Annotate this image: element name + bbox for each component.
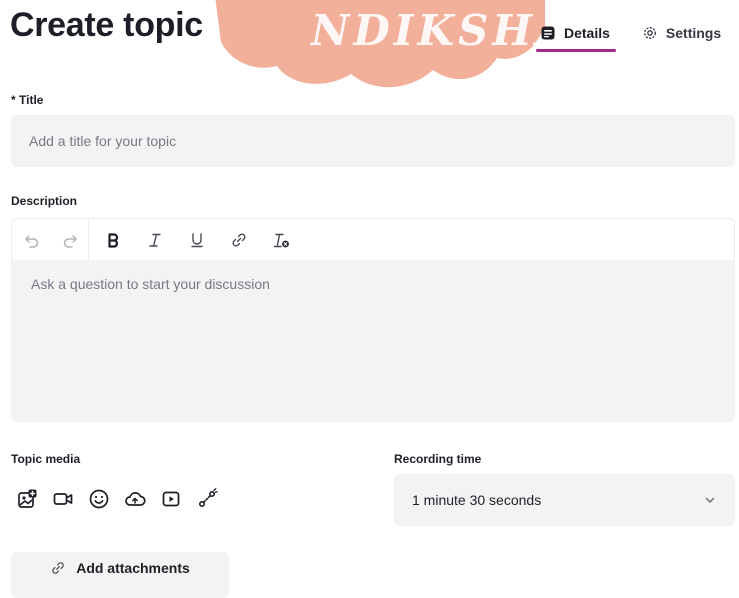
emoji-icon xyxy=(89,489,109,509)
tab-details[interactable]: Details xyxy=(536,22,616,52)
gear-icon xyxy=(643,27,656,39)
add-attachments-label: Add attachments xyxy=(76,560,190,576)
italic-icon xyxy=(149,233,161,247)
tab-settings-label: Settings xyxy=(665,25,722,41)
link-button[interactable] xyxy=(227,228,251,252)
title-label: * Title xyxy=(11,93,44,107)
clear-format-icon xyxy=(273,233,289,247)
link-media-button[interactable] xyxy=(194,486,220,512)
add-attachments-button[interactable]: Add attachments xyxy=(11,552,229,598)
image-upload-icon xyxy=(18,489,37,508)
bold-icon xyxy=(108,232,119,248)
clear-format-button[interactable] xyxy=(269,228,293,252)
image-upload-button[interactable] xyxy=(14,486,40,512)
video-icon xyxy=(53,493,73,505)
tab-details-label: Details xyxy=(564,25,610,41)
title-input[interactable] xyxy=(11,115,735,167)
redo-icon xyxy=(63,234,77,248)
link-media-icon xyxy=(198,488,218,508)
tab-settings[interactable]: Settings xyxy=(642,22,721,44)
page-title: Create topic xyxy=(10,6,203,44)
editor-toolbar xyxy=(11,218,735,261)
tab-bar: Details Settings xyxy=(536,22,721,52)
underline-icon xyxy=(191,232,203,247)
recording-time-label: Recording time xyxy=(394,452,482,466)
play-icon xyxy=(162,491,180,507)
description-editor[interactable] xyxy=(11,260,735,422)
link-icon xyxy=(232,232,246,247)
undo-button[interactable] xyxy=(20,228,44,252)
video-button[interactable] xyxy=(50,486,76,512)
chevron-down-icon xyxy=(705,497,715,503)
paperclip-link-icon xyxy=(52,562,64,574)
play-button[interactable] xyxy=(158,486,184,512)
topic-media-toolbar xyxy=(14,486,230,512)
recording-time-select[interactable]: 1 minute 30 seconds xyxy=(394,474,735,526)
emoji-button[interactable] xyxy=(86,486,112,512)
toolbar-divider xyxy=(88,218,89,261)
recording-time-value: 1 minute 30 seconds xyxy=(412,492,542,508)
details-icon xyxy=(541,26,555,40)
italic-button[interactable] xyxy=(143,228,167,252)
cloud-upload-icon xyxy=(125,492,146,506)
topic-media-label: Topic media xyxy=(11,452,81,466)
undo-icon xyxy=(25,234,39,248)
bold-button[interactable] xyxy=(101,228,125,252)
underline-button[interactable] xyxy=(185,228,209,252)
description-label: Description xyxy=(11,194,78,208)
watermark-text: NDIKSHA xyxy=(311,6,573,55)
redo-button[interactable] xyxy=(58,228,82,252)
watermark-shape xyxy=(215,0,545,87)
cloud-upload-button[interactable] xyxy=(122,486,148,512)
watermark: NDIKSHA xyxy=(215,0,569,92)
